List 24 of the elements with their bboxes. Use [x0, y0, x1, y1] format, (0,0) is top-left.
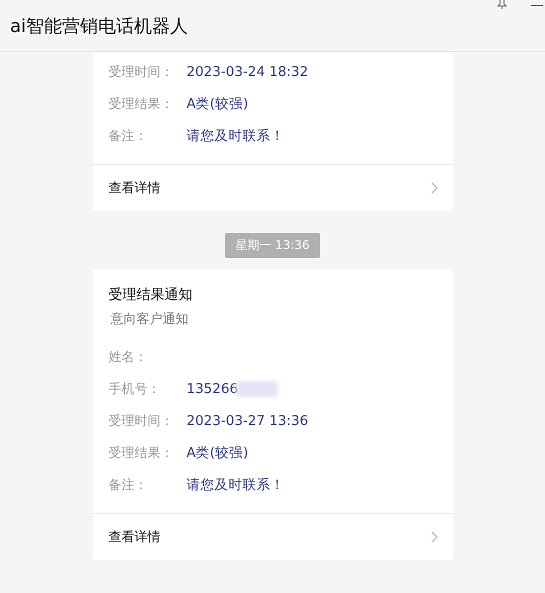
window-title: ai智能营销电话机器人 — [10, 14, 188, 38]
field-value: 135266 — [186, 381, 238, 397]
card-subtitle: 意向客户通知 — [110, 311, 190, 329]
field-label: 备注： — [108, 477, 148, 494]
pin-icon[interactable] — [497, 0, 507, 9]
field-label: 备注： — [108, 128, 148, 145]
field-label: 手机号： — [108, 381, 162, 398]
card-title: 受理结果通知 — [108, 286, 194, 305]
field-value: 2023-03-27 13:36 — [186, 413, 308, 429]
chevron-right-icon — [430, 531, 438, 543]
field-value: A类(较强) — [186, 444, 248, 462]
field-value: 2023-03-24 18:32 — [186, 64, 308, 80]
view-details-link[interactable]: 查看详情 — [92, 164, 452, 211]
field-label: 受理时间： — [108, 64, 174, 81]
field-label: 受理结果： — [108, 445, 174, 462]
field-label: 受理结果： — [108, 96, 174, 113]
field-value: A类(较强) — [186, 95, 248, 113]
field-label: 姓名： — [108, 349, 148, 366]
field-label: 受理时间： — [108, 413, 174, 430]
view-details-link[interactable]: 查看详情 — [92, 513, 452, 560]
field-value: 请您及时联系！ — [186, 476, 284, 494]
timestamp: 星期一 13:36 — [225, 233, 320, 258]
field-value: 请您及时联系！ — [186, 127, 284, 145]
chevron-right-icon — [430, 182, 438, 194]
